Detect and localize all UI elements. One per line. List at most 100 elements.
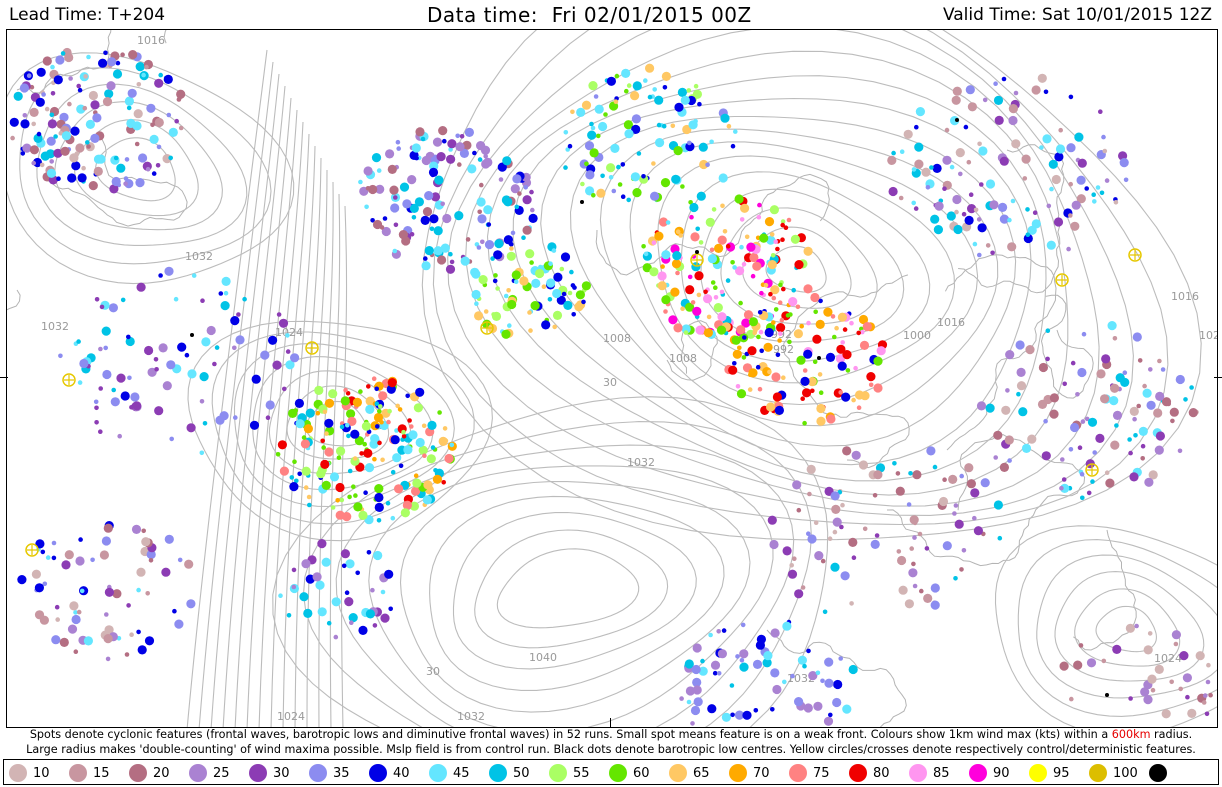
cyclone-spot — [794, 589, 804, 599]
cyclone-spot — [756, 214, 762, 220]
cyclone-spot — [220, 301, 230, 311]
cyclone-spot — [895, 486, 905, 496]
cyclone-spot — [713, 295, 719, 300]
cyclone-spot — [757, 202, 762, 208]
cyclone-spot — [750, 273, 756, 279]
cyclone-spot — [50, 91, 56, 96]
cyclone-spot — [349, 620, 354, 625]
cyclone-spot — [624, 88, 629, 94]
cyclone-spot — [1078, 643, 1084, 648]
cyclone-spot — [58, 353, 63, 359]
cyclone-spot — [660, 264, 665, 269]
cyclone-spot — [300, 439, 310, 449]
cyclone-spot — [282, 386, 287, 392]
cyclone-spot — [581, 281, 592, 291]
cyclone-spot — [1066, 143, 1076, 153]
cyclone-spot — [151, 171, 157, 176]
cyclone-spot — [621, 68, 631, 78]
cyclone-spot — [1204, 711, 1210, 717]
cyclone-spot — [1092, 450, 1097, 455]
cyclone-spot — [1037, 73, 1047, 83]
cyclone-spot — [493, 273, 498, 278]
cyclone-spot — [1105, 478, 1115, 488]
cyclone-spot — [394, 484, 404, 494]
cyclone-spot — [421, 423, 427, 429]
cyclone-spot — [330, 505, 336, 510]
cyclone-spot — [932, 163, 942, 173]
cyclone-spot — [1140, 456, 1145, 461]
legend-swatch — [969, 764, 987, 782]
cyclone-spot — [716, 671, 722, 676]
cyclone-spot — [374, 386, 380, 392]
cyclone-spot — [1059, 661, 1069, 671]
footnote-line-2: Large radius makes 'double-counting' of … — [26, 743, 1196, 756]
cyclone-spot — [76, 83, 81, 89]
cyclone-spot — [788, 297, 798, 307]
cyclone-spot — [134, 141, 140, 147]
cyclone-spot — [704, 328, 710, 334]
cyclone-spot — [83, 636, 93, 646]
cyclone-spot — [389, 185, 399, 195]
cyclone-spot — [141, 537, 151, 547]
cyclone-spot — [575, 290, 586, 300]
cyclone-spot — [1046, 240, 1056, 250]
legend-label: 35 — [333, 765, 350, 781]
cyclone-spot — [212, 361, 217, 367]
cyclone-spot — [94, 420, 99, 425]
cyclone-spot — [763, 342, 773, 352]
cyclone-spot — [816, 416, 826, 426]
cyclone-spot — [422, 453, 427, 459]
legend-label: 100 — [1113, 765, 1138, 781]
cyclone-spot — [914, 142, 924, 152]
cyclone-spot — [321, 557, 331, 567]
legend-swatch — [309, 764, 327, 782]
cyclone-spot — [794, 260, 804, 270]
cyclone-spot — [716, 629, 721, 634]
cyclone-spot — [739, 217, 745, 222]
cyclone-spot — [778, 282, 783, 288]
cyclone-spot — [312, 572, 322, 582]
cyclone-spot — [1178, 686, 1183, 692]
cyclone-spot — [291, 584, 297, 590]
cyclone-spot — [316, 469, 326, 479]
cyclone-spot — [978, 146, 988, 156]
cyclone-spot — [825, 352, 836, 362]
cyclone-spot — [1154, 664, 1164, 675]
cyclone-spot — [1128, 450, 1133, 456]
cyclone-spot — [559, 266, 565, 272]
cyclone-spot — [154, 406, 164, 416]
cyclone-spot — [661, 250, 671, 260]
cyclone-spot — [587, 130, 597, 140]
cyclone-spot — [873, 356, 883, 366]
cyclone-spot — [919, 588, 924, 594]
cyclone-spot — [999, 156, 1009, 166]
cyclone-spot — [1086, 490, 1092, 496]
cyclone-spot — [763, 282, 769, 288]
cyclone-spot — [223, 290, 229, 296]
cyclone-spot — [1206, 662, 1211, 668]
cyclone-spot — [709, 247, 715, 253]
cyclone-spot — [51, 555, 57, 561]
cyclone-spot — [525, 249, 535, 259]
cyclone-spot — [127, 88, 137, 98]
cyclone-spot — [703, 294, 713, 304]
cyclone-spot — [553, 272, 563, 282]
cyclone-spot — [725, 278, 731, 283]
cyclone-spot — [370, 587, 375, 593]
legend-label: 65 — [693, 765, 710, 781]
cyclone-spot — [531, 278, 541, 288]
cyclone-spot — [251, 374, 261, 384]
cyclone-spot — [149, 134, 159, 144]
cyclone-spot — [441, 480, 447, 485]
cyclone-spot — [670, 123, 676, 129]
cyclone-spot — [92, 113, 102, 123]
cyclone-spot — [678, 233, 683, 238]
cyclone-spot — [1127, 437, 1132, 442]
cyclone-spot — [752, 659, 763, 670]
cyclone-spot — [1043, 418, 1048, 424]
cyclone-spot — [973, 207, 979, 213]
cyclone-spot — [735, 384, 741, 389]
cyclone-spot — [757, 310, 763, 315]
cyclone-spot — [45, 555, 51, 560]
cyclone-spot — [590, 125, 596, 131]
